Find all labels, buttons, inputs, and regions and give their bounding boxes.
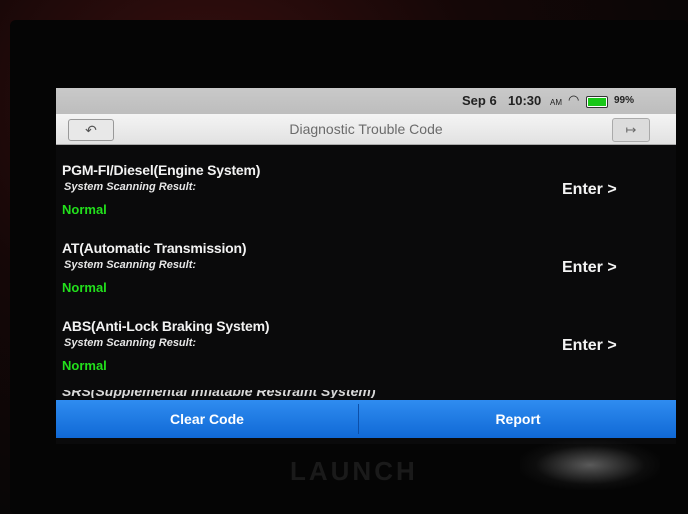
system-name: PGM-FI/Diesel(Engine System) (62, 162, 261, 178)
tablet-screen: Sep 6 10:30 AM ◠ 99% ↶ Diagnostic Troubl… (56, 88, 676, 444)
status-date: Sep 6 (462, 93, 497, 108)
battery-fill (588, 98, 606, 106)
device-brand-logo: LAUNCH (290, 456, 418, 486)
scan-result-label: System Scanning Result: (64, 181, 197, 193)
exit-button[interactable]: ↦ (612, 118, 650, 142)
system-name: ABS(Anti-Lock Braking System) (62, 318, 270, 334)
button-divider (358, 404, 359, 434)
wifi-icon: ◠ (568, 92, 580, 107)
list-item[interactable]: ABS(Anti-Lock Braking System) System Sca… (56, 300, 676, 380)
list-item[interactable]: PGM-FI/Diesel(Engine System) System Scan… (56, 144, 676, 224)
enter-button[interactable]: Enter > (562, 337, 617, 355)
status-bar: Sep 6 10:30 AM ◠ 99% (56, 88, 676, 114)
system-list: PGM-FI/Diesel(Engine System) System Scan… (56, 144, 676, 404)
list-item[interactable]: AT(Automatic Transmission) System Scanni… (56, 222, 676, 302)
battery-icon (586, 96, 608, 108)
light-glare (520, 440, 660, 490)
partial-system-name: SRS(Supplemental Inflatable Restraint Sy… (62, 390, 376, 398)
report-button[interactable]: Report (360, 400, 676, 438)
title-bar: ↶ Diagnostic Trouble Code ↦ (56, 114, 676, 145)
page-title: Diagnostic Trouble Code (289, 121, 443, 137)
action-bar: Clear Code Report (56, 400, 676, 438)
scan-result-value: Normal (62, 280, 107, 295)
scan-result-value: Normal (62, 202, 107, 217)
enter-button[interactable]: Enter > (562, 259, 617, 277)
status-ampm: AM (550, 98, 562, 107)
scan-result-label: System Scanning Result: (64, 259, 197, 271)
system-name: AT(Automatic Transmission) (62, 240, 247, 256)
partial-list-item[interactable]: SRS(Supplemental Inflatable Restraint Sy… (62, 390, 376, 398)
battery-percent: 99% (614, 95, 635, 106)
scan-result-value: Normal (62, 358, 107, 373)
clear-code-button[interactable]: Clear Code (56, 400, 358, 438)
exit-icon: ↦ (625, 122, 637, 137)
status-time: 10:30 (508, 93, 542, 108)
enter-button[interactable]: Enter > (562, 181, 617, 199)
scan-result-label: System Scanning Result: (64, 337, 197, 349)
